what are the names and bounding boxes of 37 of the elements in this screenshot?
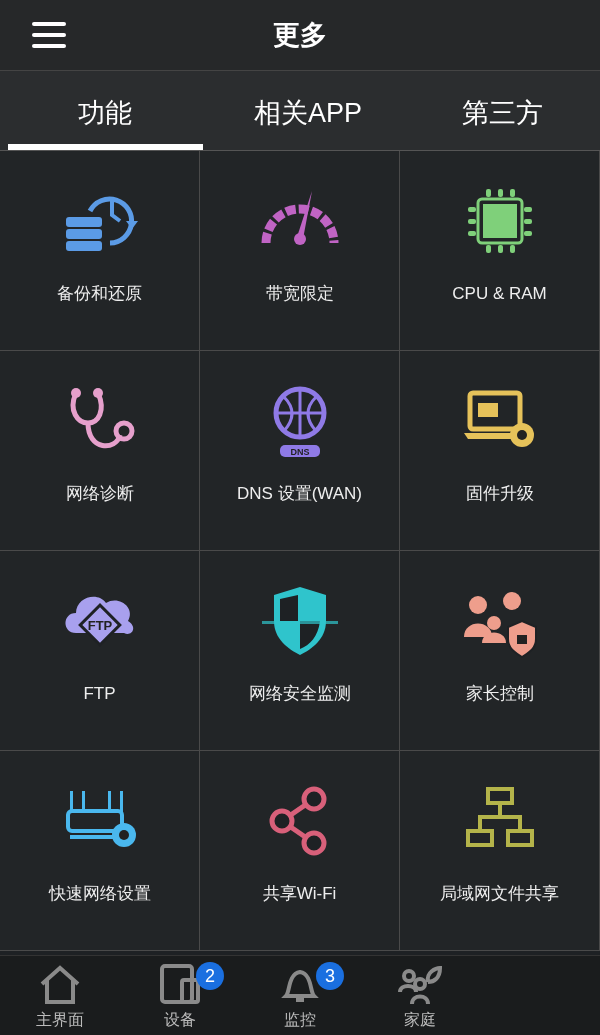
dns-label: DNS	[290, 446, 309, 457]
nav-item[interactable]: 家庭	[360, 956, 480, 1035]
feature-tile[interactable]: 共享Wi-Fi	[200, 751, 400, 951]
feature-tile[interactable]: 局域网文件共享	[400, 751, 600, 951]
nav-item[interactable]: 主界面	[0, 956, 120, 1035]
feature-label: 备份和还原	[57, 283, 142, 305]
tab[interactable]: 第三方	[405, 71, 600, 150]
feature-tile[interactable]: 带宽限定	[200, 151, 400, 351]
tab[interactable]: 相关APP	[210, 71, 406, 150]
feature-label: 家长控制	[465, 683, 534, 705]
feature-tile[interactable]: DNS DNS 设置(WAN)	[200, 351, 400, 551]
feature-label: 共享Wi-Fi	[262, 883, 337, 905]
nav-item[interactable]: 监控 3	[240, 956, 360, 1035]
nav-item[interactable]: 设备 2	[120, 956, 240, 1035]
page-title: 更多	[273, 18, 327, 52]
feature-tile[interactable]: 快速网络设置	[0, 751, 200, 951]
feature-label: 固件升级	[465, 483, 534, 505]
feature-label: 局域网文件共享	[440, 883, 559, 905]
menu-button[interactable]	[32, 20, 66, 50]
devices-icon	[158, 962, 202, 1006]
feature-label: DNS 设置(WAN)	[237, 483, 362, 505]
feature-tile[interactable]: 网络诊断	[0, 351, 200, 551]
feature-label: FTP	[83, 683, 116, 705]
feature-tile[interactable]: 家长控制	[400, 551, 600, 751]
feature-label: 网络诊断	[65, 483, 134, 505]
feature-tile[interactable]: 备份和还原	[0, 151, 200, 351]
ftp-label: FTP	[87, 618, 112, 633]
feature-tile[interactable]: 固件升级	[400, 351, 600, 551]
count-badge: 3	[316, 962, 344, 990]
feature-label: 网络安全监测	[248, 683, 351, 705]
feature-tile[interactable]: CPU & RAM	[400, 151, 600, 351]
count-badge: 2	[196, 962, 224, 990]
feature-label: 带宽限定	[265, 283, 334, 305]
feature-label: CPU & RAM	[452, 283, 547, 305]
feature-label: 快速网络设置	[48, 883, 151, 905]
feature-tile[interactable]: 网络安全监测	[200, 551, 400, 751]
feature-tile[interactable]: FTP FTP	[0, 551, 200, 751]
